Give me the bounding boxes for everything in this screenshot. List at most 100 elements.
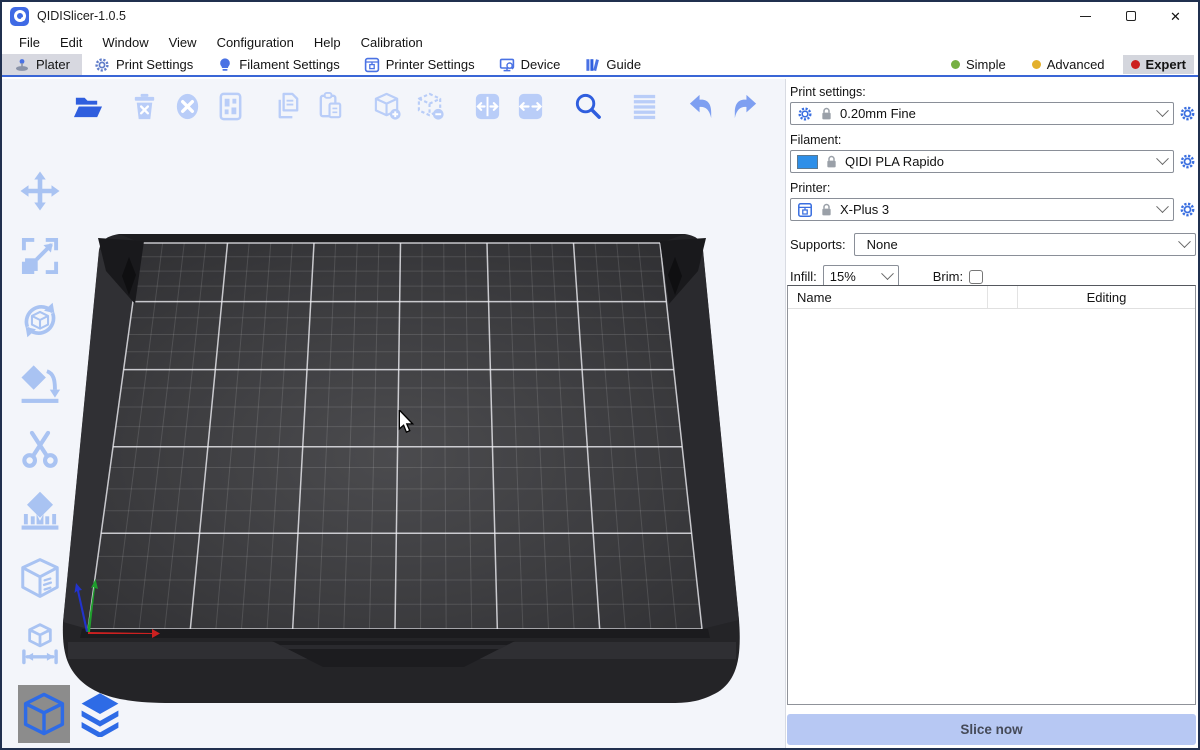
measure-tool-button[interactable] bbox=[14, 617, 66, 669]
title-bar: QIDISlicer-1.0.5 ✕ bbox=[2, 2, 1198, 30]
menu-view[interactable]: View bbox=[160, 32, 206, 53]
preview-layers-button[interactable] bbox=[74, 685, 126, 743]
cut-icon bbox=[17, 426, 63, 472]
open-folder-button[interactable] bbox=[70, 87, 104, 125]
mode-advanced[interactable]: Advanced bbox=[1024, 55, 1113, 74]
place-on-face-tool-button[interactable] bbox=[14, 359, 66, 411]
menu-configuration[interactable]: Configuration bbox=[208, 32, 303, 53]
slice-now-button[interactable]: Slice now bbox=[787, 714, 1196, 745]
print-settings-label: Print settings: bbox=[790, 85, 1196, 99]
tab-filament-settings[interactable]: Filament Settings bbox=[205, 54, 351, 75]
print-settings-select[interactable]: 0.20mm Fine bbox=[790, 102, 1174, 125]
view-mode-switch bbox=[18, 685, 126, 743]
paint-supports-tool-button[interactable] bbox=[14, 488, 66, 540]
edit-filament-button[interactable] bbox=[1179, 153, 1196, 170]
split-parts-icon bbox=[515, 91, 546, 122]
printer-select[interactable]: X-Plus 3 bbox=[790, 198, 1174, 221]
seam-painting-tool-button[interactable] bbox=[14, 552, 66, 604]
tab-print-settings[interactable]: Print Settings bbox=[82, 54, 205, 75]
tab-label: Printer Settings bbox=[386, 57, 475, 72]
maximize-button[interactable] bbox=[1108, 2, 1153, 30]
lock-icon bbox=[824, 154, 839, 169]
mode-label: Simple bbox=[966, 57, 1006, 72]
split-parts-button[interactable] bbox=[513, 87, 547, 125]
paste-icon bbox=[315, 91, 346, 122]
preview-layers-icon bbox=[77, 691, 123, 737]
variable-layer-height-icon bbox=[629, 91, 660, 122]
redo-button[interactable] bbox=[727, 87, 761, 125]
3d-viewport[interactable] bbox=[2, 79, 786, 748]
tab-plater[interactable]: Plater bbox=[2, 54, 82, 75]
copy-icon bbox=[272, 91, 303, 122]
menu-calibration[interactable]: Calibration bbox=[352, 32, 432, 53]
maximize-icon bbox=[1126, 11, 1136, 21]
app-logo-icon bbox=[10, 7, 29, 26]
delete-all-button[interactable] bbox=[170, 87, 204, 125]
settings-panel: Print settings: 0.20mm Fine Filament: bbox=[786, 79, 1198, 748]
delete-button[interactable] bbox=[127, 87, 161, 125]
editor-3d-view-button[interactable] bbox=[18, 685, 70, 743]
undo-icon bbox=[686, 91, 717, 122]
object-list[interactable]: Name Editing bbox=[787, 285, 1196, 705]
print-settings-icon bbox=[94, 57, 110, 73]
tab-label: Guide bbox=[606, 57, 641, 72]
split-objects-button[interactable] bbox=[470, 87, 504, 125]
gear-icon bbox=[797, 106, 813, 122]
supports-select[interactable]: None bbox=[854, 233, 1196, 256]
undo-button[interactable] bbox=[684, 87, 718, 125]
menu-file[interactable]: File bbox=[10, 32, 49, 53]
filament-icon bbox=[217, 57, 233, 73]
column-header-name[interactable]: Name bbox=[788, 286, 988, 308]
open-folder-icon bbox=[72, 91, 103, 122]
delete-all-icon bbox=[172, 91, 203, 122]
menu-window[interactable]: Window bbox=[93, 32, 157, 53]
remove-instance-icon bbox=[415, 91, 446, 122]
tab-label: Filament Settings bbox=[239, 57, 339, 72]
mode-expert[interactable]: Expert bbox=[1123, 55, 1194, 74]
paste-button[interactable] bbox=[313, 87, 347, 125]
chevron-down-icon bbox=[1156, 104, 1169, 117]
add-instance-button[interactable] bbox=[370, 87, 404, 125]
arrange-icon bbox=[215, 91, 246, 122]
menu-edit[interactable]: Edit bbox=[51, 32, 91, 53]
tab-guide[interactable]: Guide bbox=[572, 54, 653, 75]
split-objects-icon bbox=[472, 91, 503, 122]
edit-printer-button[interactable] bbox=[1179, 201, 1196, 218]
move-icon bbox=[17, 168, 63, 214]
printer-icon bbox=[364, 57, 380, 73]
column-header-extruder[interactable] bbox=[988, 286, 1018, 308]
chevron-down-icon bbox=[1156, 152, 1169, 165]
tab-device[interactable]: Device bbox=[487, 54, 573, 75]
seam-painting-icon bbox=[17, 555, 63, 601]
mode-label: Expert bbox=[1146, 57, 1186, 72]
variable-layer-height-button[interactable] bbox=[627, 87, 661, 125]
mode-dot-icon bbox=[1131, 60, 1140, 69]
mouse-cursor bbox=[396, 410, 416, 434]
menu-help[interactable]: Help bbox=[305, 32, 350, 53]
app-window: QIDISlicer-1.0.5 ✕ FileEditWindowViewCon… bbox=[0, 0, 1200, 750]
tab-bar: Plater Print Settings Filament Settings … bbox=[2, 54, 1198, 77]
search-button[interactable] bbox=[570, 87, 604, 125]
close-button[interactable]: ✕ bbox=[1153, 2, 1198, 30]
move-tool-button[interactable] bbox=[14, 165, 66, 217]
place-on-face-icon bbox=[17, 362, 63, 408]
filament-select[interactable]: QIDI PLA Rapido bbox=[790, 150, 1174, 173]
copy-button[interactable] bbox=[270, 87, 304, 125]
print-bed bbox=[2, 79, 786, 748]
rotate-tool-button[interactable] bbox=[14, 294, 66, 346]
tab-printer-settings[interactable]: Printer Settings bbox=[352, 54, 487, 75]
chevron-down-icon bbox=[1156, 200, 1169, 213]
column-header-editing[interactable]: Editing bbox=[1018, 286, 1195, 308]
remove-instance-button[interactable] bbox=[413, 87, 447, 125]
cut-tool-button[interactable] bbox=[14, 423, 66, 475]
redo-icon bbox=[729, 91, 760, 122]
edit-print-settings-button[interactable] bbox=[1179, 105, 1196, 122]
brim-checkbox[interactable] bbox=[969, 270, 983, 284]
scale-tool-button[interactable] bbox=[14, 230, 66, 282]
minimize-icon bbox=[1080, 16, 1091, 17]
minimize-button[interactable] bbox=[1063, 2, 1108, 30]
mode-simple[interactable]: Simple bbox=[943, 55, 1014, 74]
window-title: QIDISlicer-1.0.5 bbox=[37, 9, 126, 23]
menu-bar: FileEditWindowViewConfigurationHelpCalib… bbox=[2, 30, 1198, 54]
arrange-button[interactable] bbox=[213, 87, 247, 125]
